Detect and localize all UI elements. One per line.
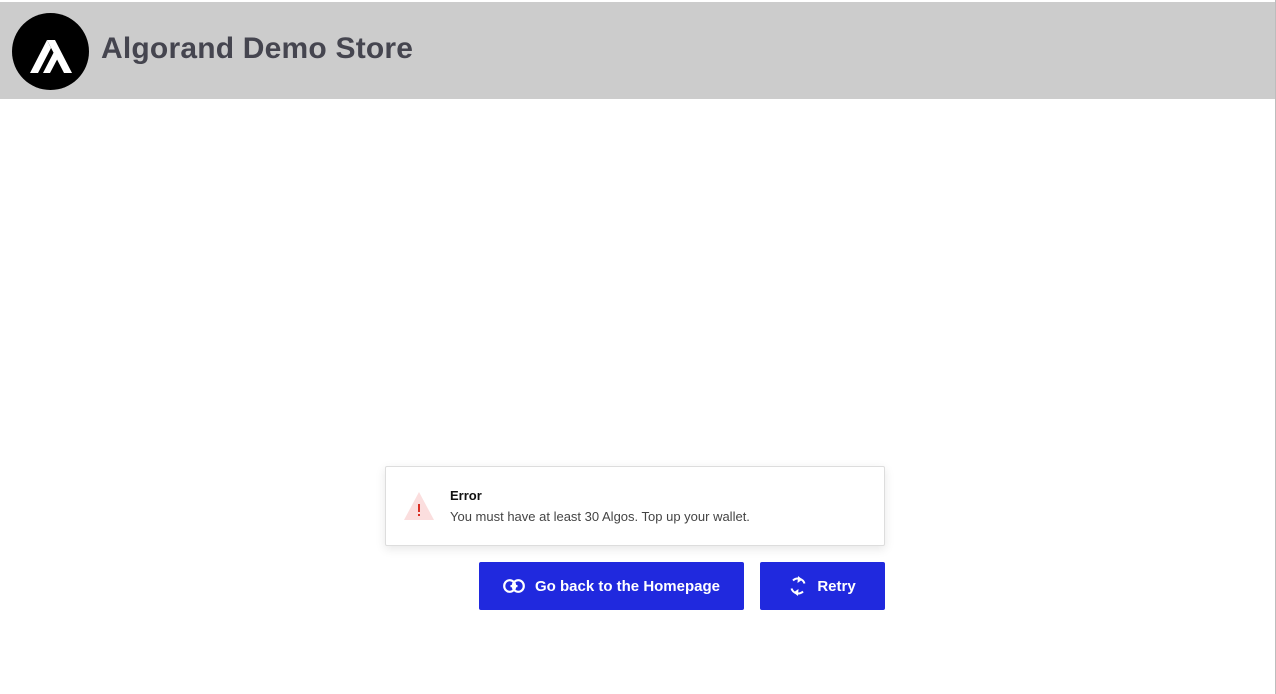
go-home-label: Go back to the Homepage [534, 577, 721, 595]
header: Algorand Demo Store [0, 2, 1276, 99]
retry-label: Retry [817, 577, 856, 595]
alert-title: Error [450, 488, 482, 503]
go-home-button[interactable]: Go back to the Homepage [479, 562, 744, 610]
store-title: Algorand Demo Store [101, 32, 414, 65]
page: Algorand Demo Store Error You must have … [0, 0, 1276, 694]
algorand-logo-glyph [29, 39, 72, 73]
error-alert: Error You must have at least 30 Algos. T… [385, 466, 885, 546]
alert-message: You must have at least 30 Algos. Top up … [450, 509, 750, 524]
link-icon [503, 579, 525, 593]
algorand-logo-icon[interactable] [12, 13, 89, 90]
warning-triangle-icon [404, 492, 434, 520]
retry-button[interactable]: Retry [760, 562, 885, 610]
refresh-icon [789, 575, 807, 597]
